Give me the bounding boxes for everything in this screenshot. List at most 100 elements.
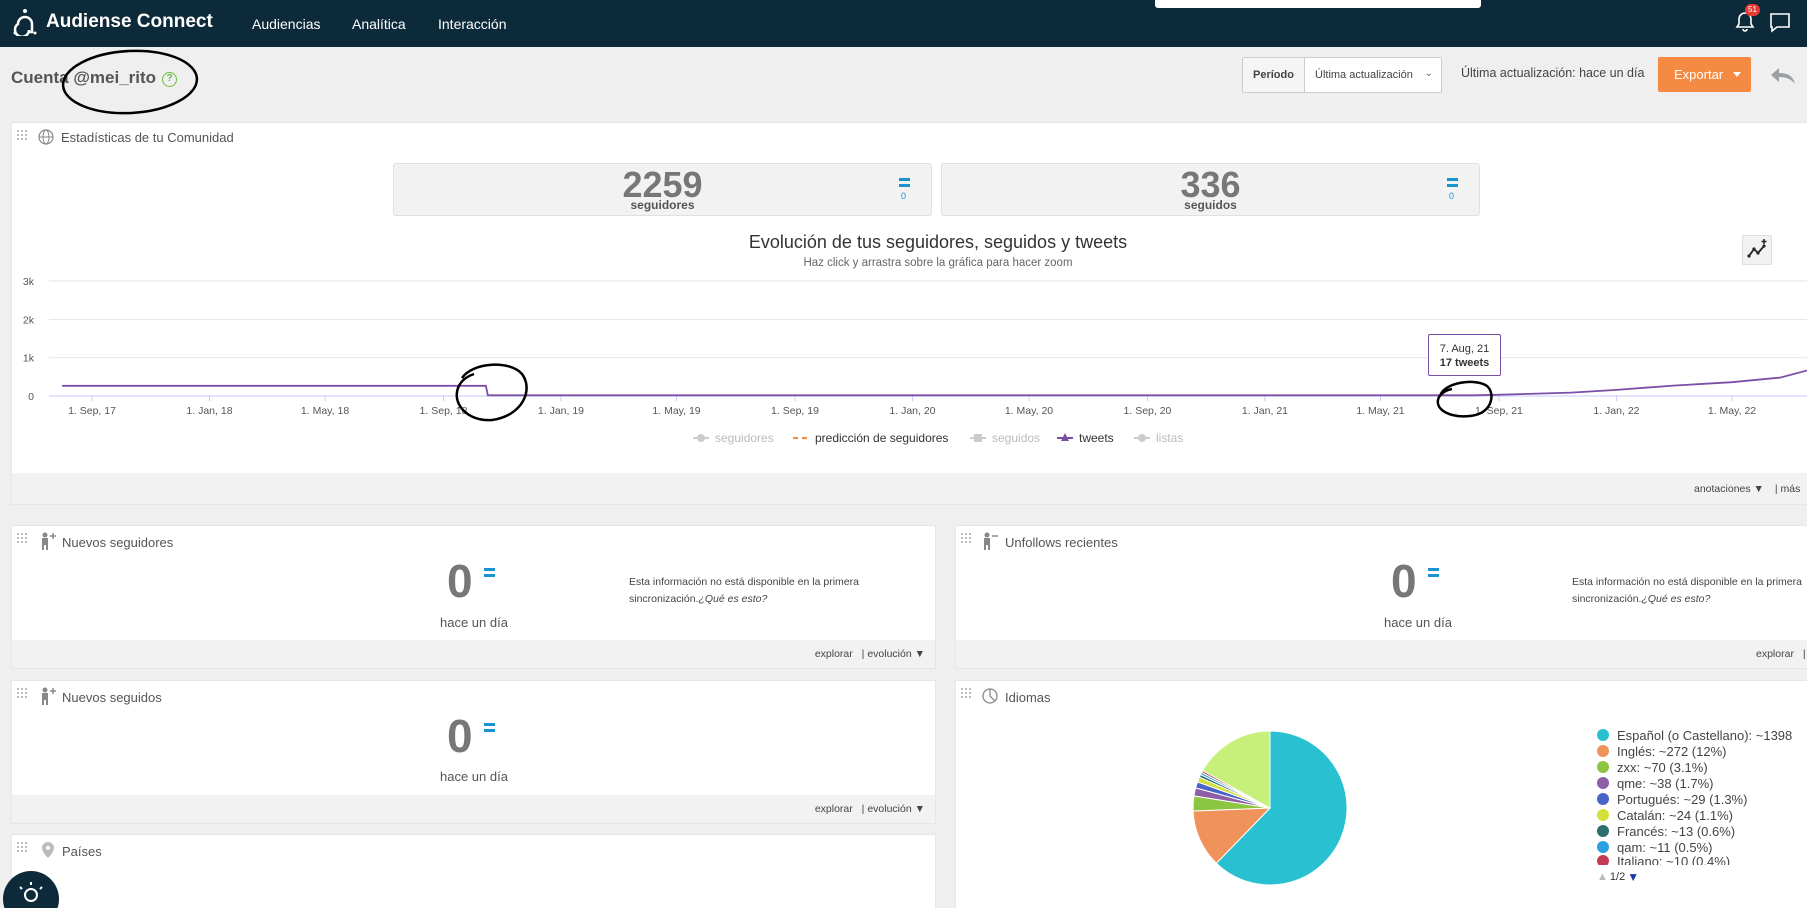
drag-handle-icon[interactable] [17, 688, 29, 700]
y-tick-label: 1k [23, 353, 35, 365]
legend-label: qme: ~38 (1.7%) [1617, 775, 1714, 791]
legend-dot [1597, 809, 1609, 821]
annotation-circle-aug21 [1436, 380, 1493, 418]
legend-item-label[interactable]: tweets [1079, 431, 1114, 445]
more-link[interactable]: | más [1775, 483, 1800, 495]
legend-item-frances[interactable]: Francés: ~13 (0.6%) [1597, 823, 1792, 839]
legend-dot [1597, 729, 1609, 741]
legend-label: qam: ~11 (0.5%) [1617, 839, 1713, 855]
legend-item-espanol[interactable]: Español (o Castellano): ~1398 [1597, 727, 1792, 743]
community-footer: anotaciones ▼ | más [12, 473, 1807, 504]
legend-dot [1597, 825, 1609, 837]
legend-item-zxx[interactable]: zxx: ~70 (3.1%) [1597, 759, 1792, 775]
drag-handle-icon[interactable] [961, 533, 973, 545]
countries-panel: Países [11, 834, 936, 908]
pager-down-icon[interactable]: ▼ [1627, 870, 1639, 884]
legend-dot [1597, 761, 1609, 773]
legend-item-label[interactable]: predicción de seguidores [815, 431, 948, 445]
world-map [212, 895, 542, 908]
legend-item-italiano[interactable]: Italiano: ~10 (0.4%) [1597, 855, 1792, 865]
chart-title: Evolución de tus seguidores, seguidos y … [749, 232, 1127, 252]
what-is-this-link[interactable]: ¿Qué es esto? [1641, 593, 1710, 605]
x-tick-label: 1. Sep, 20 [1124, 405, 1172, 417]
legend-item-label[interactable]: seguidos [992, 431, 1040, 445]
legend-label: Inglés: ~272 (12%) [1617, 743, 1727, 759]
legend-label: Español (o Castellano): ~1398 [1617, 727, 1793, 743]
footer-separator: | [1802, 648, 1806, 660]
legend-item-ingles[interactable]: Inglés: ~272 (12%) [1597, 743, 1792, 759]
languages-legend: Español (o Castellano): ~1398 Inglés: ~2… [1597, 727, 1792, 885]
new-followers-footer: explorar | evolución ▼ [12, 640, 935, 668]
legend-item-label[interactable]: listas [1156, 431, 1183, 445]
drag-handle-icon[interactable] [17, 842, 29, 854]
unfollows-note: Esta información no está disponible en l… [1572, 574, 1807, 608]
new-following-panel: Nuevos seguidos 0 hace un día explorar |… [11, 680, 936, 824]
tooltip-date: 7. Aug, 21 [1439, 343, 1490, 355]
unfollows-panel: Unfollows recientes 0 hace un día Esta i… [955, 525, 1807, 669]
unfollows-count: 0 [1391, 555, 1417, 607]
evolution-chart[interactable]: Evolución de tus seguidores, seguidos y … [0, 0, 1807, 460]
lightbulb-icon [19, 882, 43, 902]
drag-handle-icon[interactable] [961, 688, 973, 700]
languages-title: Idiomas [1005, 690, 1051, 705]
annotations-toggle[interactable]: anotaciones ▼ [1694, 483, 1764, 495]
help-bulb-button[interactable] [3, 871, 59, 908]
x-tick-label: 1. Jan, 21 [1242, 405, 1288, 417]
user-plus-icon [42, 687, 56, 705]
user-minus-icon [984, 532, 998, 550]
new-followers-count: 0 [447, 555, 473, 607]
legend-label: Portugués: ~29 (1.3%) [1617, 791, 1748, 807]
y-tick-label: 0 [28, 391, 34, 403]
legend-item-portugues[interactable]: Portugués: ~29 (1.3%) [1597, 791, 1792, 807]
legend-dot [1597, 745, 1609, 757]
legend-item-label[interactable]: seguidores [715, 431, 774, 445]
unfollows-footer: explorar | [956, 640, 1807, 668]
user-plus-icon [42, 532, 56, 550]
equal-trend-icon [484, 568, 495, 580]
legend-dot [1597, 777, 1609, 789]
annotation-circle-drop [455, 363, 528, 422]
y-tick-label: 3k [23, 276, 35, 288]
what-is-this-link[interactable]: ¿Qué es esto? [698, 593, 767, 605]
new-following-footer: explorar | evolución ▼ [12, 795, 935, 823]
evolution-link[interactable]: | evolución ▼ [862, 648, 925, 660]
new-followers-note: Esta información no está disponible en l… [629, 574, 889, 608]
x-tick-label: 1. Sep, 17 [68, 405, 116, 417]
legend-marker [697, 434, 705, 442]
evolution-link[interactable]: | evolución ▼ [862, 803, 925, 815]
new-following-title: Nuevos seguidos [62, 690, 162, 705]
map-pin-icon [42, 842, 54, 858]
new-following-count: 0 [447, 710, 473, 762]
legend-marker [1138, 434, 1146, 442]
x-tick-label: 1. May, 22 [1708, 405, 1756, 417]
legend-item-qam[interactable]: qam: ~11 (0.5%) [1597, 839, 1792, 855]
legend-item-catalan[interactable]: Catalán: ~24 (1.1%) [1597, 807, 1792, 823]
legend-label: Italiano: ~10 (0.4%) [1617, 855, 1731, 865]
explore-link[interactable]: explorar [815, 803, 853, 815]
new-following-sub: hace un día [440, 769, 508, 784]
x-tick-label: 1. May, 18 [301, 405, 349, 417]
x-tick-label: 1. Jan, 22 [1593, 405, 1639, 417]
equal-trend-icon [484, 723, 495, 735]
legend-dot [1597, 841, 1609, 853]
pager-up-icon[interactable]: ▲ [1597, 871, 1608, 883]
x-tick-label: 1. Sep, 19 [771, 405, 819, 417]
legend-item-qme[interactable]: qme: ~38 (1.7%) [1597, 775, 1792, 791]
tooltip-value: 17 tweets [1439, 357, 1490, 369]
x-tick-label: 1. Jan, 19 [538, 405, 584, 417]
y-tick-label: 2k [23, 314, 35, 326]
explore-link[interactable]: explorar [1756, 648, 1794, 660]
legend-pager: ▲ 1/2 ▼ [1597, 869, 1792, 885]
x-tick-label: 1. May, 19 [652, 405, 700, 417]
legend-label: Francés: ~13 (0.6%) [1617, 823, 1736, 839]
languages-pie[interactable] [1180, 720, 1350, 890]
drag-handle-icon[interactable] [17, 533, 29, 545]
legend-dot [1597, 793, 1609, 805]
equal-trend-icon [1428, 568, 1439, 580]
new-followers-panel: Nuevos seguidores 0 hace un día Esta inf… [11, 525, 936, 669]
countries-title: Países [62, 844, 102, 859]
unfollows-title: Unfollows recientes [1005, 535, 1118, 550]
explore-link[interactable]: explorar [815, 648, 853, 660]
legend-marker [974, 434, 982, 442]
chart-subtitle: Haz click y arrastra sobre la gráfica pa… [803, 257, 1072, 269]
